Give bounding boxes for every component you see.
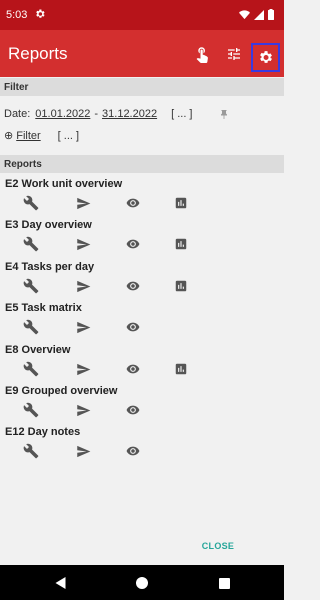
configure-report-icon[interactable] (22, 195, 40, 211)
signal-icon (254, 9, 264, 20)
tune-icon[interactable] (221, 41, 247, 67)
configure-report-icon[interactable] (22, 319, 40, 335)
home-icon[interactable] (134, 575, 150, 591)
pin-icon[interactable] (218, 108, 230, 122)
send-report-icon[interactable] (74, 319, 92, 335)
configure-report-icon[interactable] (22, 443, 40, 459)
date-label: Date: (4, 108, 31, 120)
configure-report-icon[interactable] (22, 361, 40, 377)
configure-report-icon[interactable] (22, 236, 40, 252)
report-title: E2 Work unit overview (5, 178, 123, 190)
chart-report-icon[interactable] (172, 361, 190, 377)
date-more-button[interactable]: [ ... ] (171, 108, 192, 120)
send-report-icon[interactable] (74, 195, 92, 211)
add-filter-icon: ⊕ (4, 130, 14, 142)
report-actions (22, 236, 202, 252)
send-report-icon[interactable] (74, 361, 92, 377)
report-actions (22, 319, 202, 335)
battery-icon (268, 9, 274, 20)
send-report-icon[interactable] (74, 443, 92, 459)
preview-report-icon[interactable] (124, 443, 142, 459)
settings-notification-icon (36, 9, 45, 18)
status-bar: 5:03 (0, 0, 284, 30)
close-button[interactable]: CLOSE (200, 541, 236, 557)
configure-report-icon[interactable] (22, 278, 40, 294)
filter-section-header: Filter (0, 78, 284, 96)
report-actions (22, 278, 202, 294)
recents-icon[interactable] (216, 575, 232, 591)
report-title: E8 Overview (5, 344, 71, 356)
preview-report-icon[interactable] (124, 195, 142, 211)
send-report-icon[interactable] (74, 236, 92, 252)
page-title: Reports (8, 44, 68, 63)
filter-link[interactable]: Filter (16, 130, 40, 142)
app-bar: Reports (0, 30, 284, 77)
report-title: E12 Day notes (5, 426, 81, 438)
status-time: 5:03 (6, 9, 28, 21)
reports-section-header: Reports (0, 155, 284, 173)
navigation-bar (0, 565, 284, 600)
filter-more-button[interactable]: [ ... ] (58, 130, 79, 142)
date-to-link[interactable]: 31.12.2022 (102, 108, 157, 120)
send-report-icon[interactable] (74, 402, 92, 418)
send-report-icon[interactable] (74, 278, 92, 294)
preview-report-icon[interactable] (124, 278, 142, 294)
date-separator: - (94, 108, 99, 120)
report-actions (22, 361, 202, 377)
chart-report-icon[interactable] (172, 195, 190, 211)
report-title: E3 Day overview (5, 219, 92, 231)
preview-report-icon[interactable] (124, 402, 142, 418)
wifi-icon (239, 9, 250, 19)
report-actions (22, 443, 202, 459)
back-icon[interactable] (52, 575, 68, 591)
date-from-link[interactable]: 01.01.2022 (35, 108, 90, 120)
report-actions (22, 402, 202, 418)
chart-report-icon[interactable] (172, 236, 190, 252)
report-actions (22, 195, 202, 211)
configure-report-icon[interactable] (22, 402, 40, 418)
filter-link-row: ⊕ Filter [ ... ] (4, 129, 79, 143)
chart-report-icon[interactable] (172, 278, 190, 294)
report-title: E9 Grouped overview (5, 385, 118, 397)
settings-icon[interactable] (251, 43, 280, 72)
preview-report-icon[interactable] (124, 361, 142, 377)
preview-report-icon[interactable] (124, 236, 142, 252)
report-title: E5 Task matrix (5, 302, 82, 314)
preview-report-icon[interactable] (124, 319, 142, 335)
system-icons (239, 9, 274, 20)
report-title: E4 Tasks per day (5, 261, 95, 273)
date-filter-row: Date: 01.01.2022 - 31.12.2022 [ ... ] (4, 108, 193, 120)
touch-icon[interactable] (189, 41, 215, 67)
